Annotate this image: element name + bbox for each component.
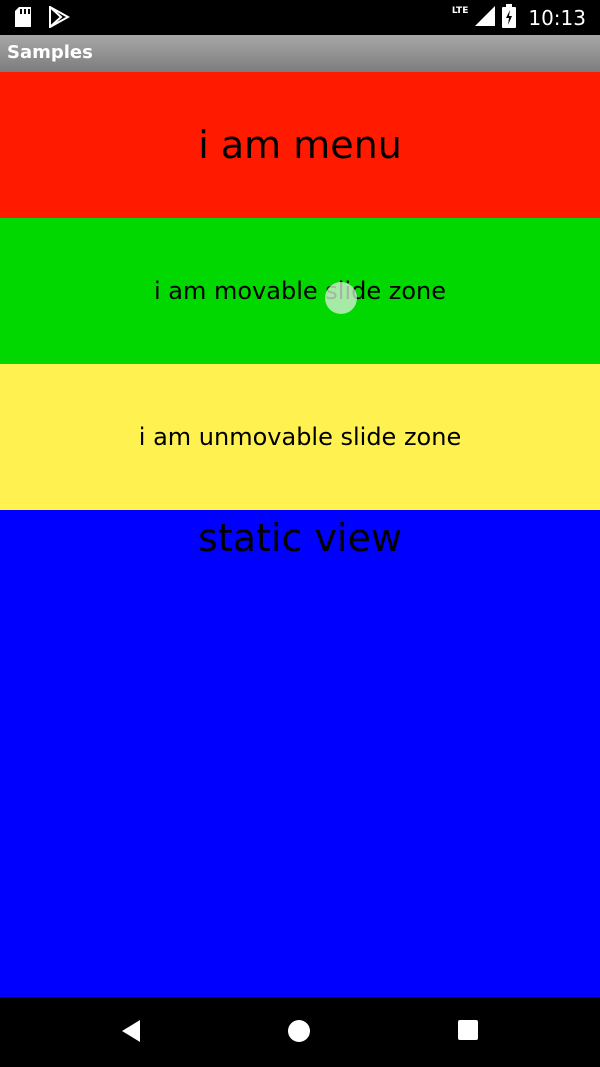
page-title: Samples — [7, 42, 93, 63]
app-bar: Samples — [0, 35, 600, 72]
play-store-icon — [48, 5, 71, 32]
status-bar: LTE 10:13 — [0, 0, 600, 35]
signal-icon — [474, 5, 496, 31]
touch-indicator — [325, 282, 357, 314]
unmovable-slide-zone[interactable]: i am unmovable slide zone — [0, 364, 600, 510]
battery-charging-icon — [502, 3, 517, 32]
back-icon[interactable] — [120, 1019, 142, 1047]
home-icon[interactable] — [287, 1019, 311, 1047]
static-view: static view — [0, 510, 600, 997]
static-view-label: static view — [198, 516, 402, 560]
navigation-bar — [0, 997, 600, 1067]
sd-card-icon — [14, 6, 32, 32]
status-right-icons: LTE 10:13 — [452, 0, 586, 35]
movable-slide-zone[interactable]: i am movable slide zone — [0, 218, 600, 364]
movable-slide-zone-label: i am movable slide zone — [153, 277, 446, 305]
recents-icon[interactable] — [457, 1019, 479, 1045]
menu-zone[interactable]: i am menu — [0, 72, 600, 218]
network-type-label: LTE — [451, 5, 469, 16]
unmovable-slide-zone-label: i am unmovable slide zone — [138, 423, 462, 451]
clock: 10:13 — [528, 5, 586, 30]
status-left-icons — [14, 5, 71, 32]
menu-zone-label: i am menu — [198, 123, 402, 167]
